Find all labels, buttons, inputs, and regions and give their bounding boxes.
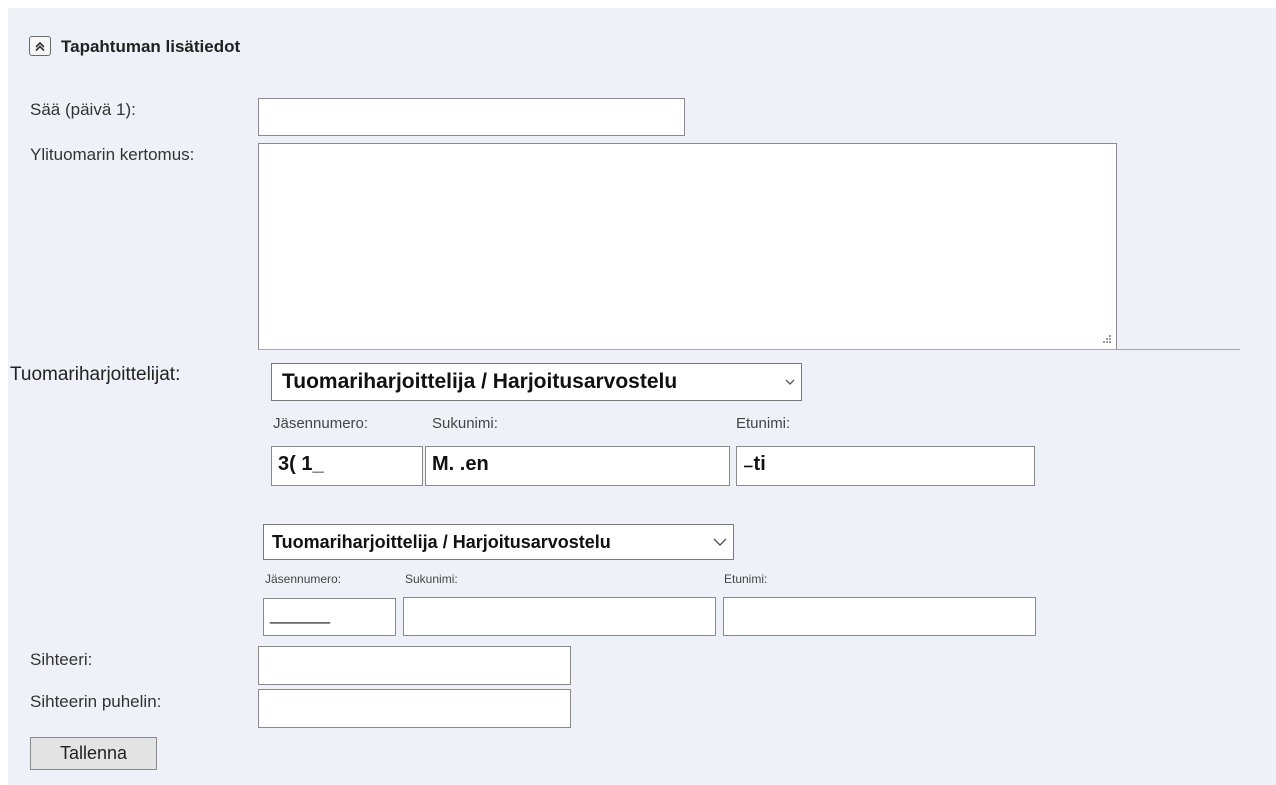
save-button[interactable]: Tallenna [30,737,157,770]
trainee-1-member-number-input[interactable]: 3( 1_ [271,446,423,486]
resize-grip-icon[interactable] [1100,334,1112,346]
trainee-2-member-number-label: Jäsennumero: [265,572,342,586]
trainee-1-firstname-label: Etunimi: [736,415,791,432]
trainee-1-role-select[interactable]: Tuomariharjoittelija / Harjoitusarvostel… [271,363,802,401]
trainee-2-role-select[interactable]: Tuomariharjoittelija / Harjoitusarvostel… [263,524,734,560]
secretary-input[interactable] [258,646,571,685]
trainee-1-role-value: Tuomariharjoittelija / Harjoitusarvostel… [282,370,678,393]
section-title: Tapahtuman lisätiedot [61,37,241,56]
trainee-1-surname-label: Sukunimi: [432,415,498,432]
trainee-2-role-value: Tuomariharjoittelija / Harjoitusarvostel… [272,531,611,552]
head-judge-report-label: Ylituomarin kertomus: [30,145,195,164]
section-divider [258,349,1240,350]
trainees-label: Tuomariharjoittelijat: [10,364,181,385]
trainee-2-surname-label: Sukunimi: [405,572,458,586]
double-chevron-up-icon [35,41,45,52]
trainee-2-member-number-input[interactable]: ______ [263,598,396,636]
chevron-down-icon [713,538,727,546]
weather-input[interactable] [258,98,685,136]
trainee-2-surname-input[interactable] [403,597,716,636]
secretary-label: Sihteeri: [30,650,93,669]
head-judge-report-textarea[interactable] [258,143,1117,350]
trainee-2-firstname-input[interactable] [723,597,1036,636]
trainee-2-firstname-label: Etunimi: [724,572,768,586]
chevron-down-icon [785,379,795,385]
trainee-1-member-number-label: Jäsennumero: [273,415,369,432]
weather-label: Sää (päivä 1): [30,100,136,119]
trainee-1-surname-input[interactable]: M. .en [425,446,730,486]
secretary-phone-input[interactable] [258,689,571,728]
secretary-phone-label: Sihteerin puhelin: [30,692,162,711]
collapse-section-button[interactable] [29,36,51,56]
trainee-1-firstname-input[interactable]: ₋ti [736,446,1035,486]
